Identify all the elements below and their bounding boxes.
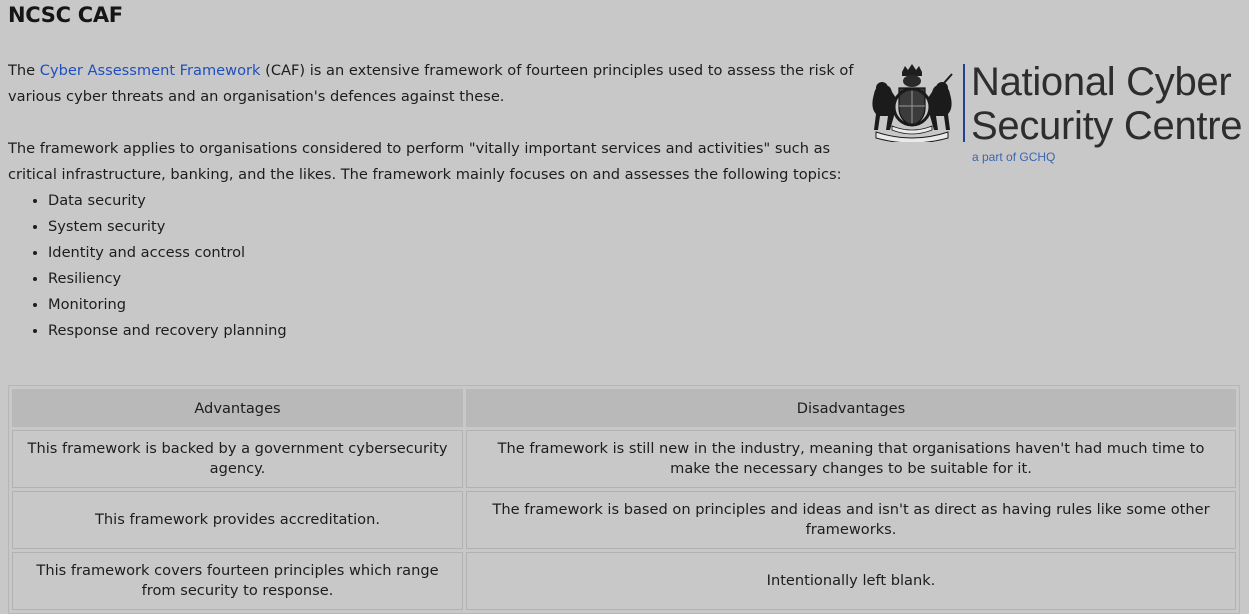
logo-subtitle: a part of GCHQ bbox=[972, 150, 1056, 164]
column-header-disadvantages: Disadvantages bbox=[466, 389, 1236, 427]
logo-title-line-2: Security Centre bbox=[971, 104, 1243, 148]
list-item: Identity and access control bbox=[48, 240, 868, 266]
intro-text-start: The bbox=[8, 62, 40, 79]
list-item: Data security bbox=[48, 188, 868, 214]
advantage-cell: This framework is backed by a government… bbox=[12, 430, 463, 488]
logo-divider bbox=[963, 64, 965, 142]
list-item: Response and recovery planning bbox=[48, 318, 868, 344]
disadvantage-cell: Intentionally left blank. bbox=[466, 552, 1236, 610]
disadvantage-cell: The framework is still new in the indust… bbox=[466, 430, 1236, 488]
table-row: This framework covers fourteen principle… bbox=[12, 552, 1236, 610]
logo-title-line-1: National Cyber bbox=[971, 60, 1232, 104]
table-header-row: Advantages Disadvantages bbox=[12, 389, 1236, 427]
ncsc-logo: National Cyber Security Centre a part of… bbox=[866, 60, 1242, 170]
page-title: NCSC CAF bbox=[8, 3, 123, 27]
pros-cons-table: Advantages Disadvantages This framework … bbox=[8, 385, 1240, 614]
advantage-cell: This framework covers fourteen principle… bbox=[12, 552, 463, 610]
topics-list: Data security System security Identity a… bbox=[8, 188, 868, 344]
royal-coat-of-arms-icon bbox=[872, 64, 953, 142]
table-row: This framework provides accreditation. T… bbox=[12, 491, 1236, 549]
list-item: Monitoring bbox=[48, 292, 868, 318]
disadvantage-cell: The framework is based on principles and… bbox=[466, 491, 1236, 549]
column-header-advantages: Advantages bbox=[12, 389, 463, 427]
intro-paragraph: The Cyber Assessment Framework (CAF) is … bbox=[8, 58, 868, 110]
table-row: This framework is backed by a government… bbox=[12, 430, 1236, 488]
article-body: The Cyber Assessment Framework (CAF) is … bbox=[8, 58, 868, 344]
list-item: Resiliency bbox=[48, 266, 868, 292]
advantage-cell: This framework provides accreditation. bbox=[12, 491, 463, 549]
caf-link[interactable]: Cyber Assessment Framework bbox=[40, 62, 261, 79]
scope-paragraph: The framework applies to organisations c… bbox=[8, 140, 842, 183]
list-item: System security bbox=[48, 214, 868, 240]
